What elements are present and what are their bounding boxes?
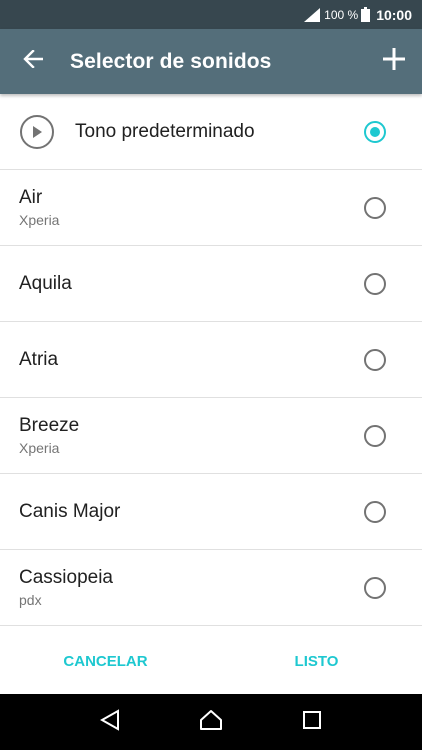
add-sound-button[interactable]	[366, 29, 422, 94]
radio-button-selected[interactable]	[364, 120, 386, 143]
done-button[interactable]: LISTO	[211, 653, 422, 670]
sound-subtitle: Xperia	[19, 212, 60, 228]
signal-icon	[304, 7, 321, 22]
list-item[interactable]: Atria	[0, 322, 422, 398]
list-item[interactable]: Aquila	[0, 246, 422, 322]
recent-apps-button[interactable]	[292, 702, 332, 742]
sound-title: Aquila	[19, 272, 72, 294]
dialog-footer: CANCELAR LISTO	[0, 628, 422, 694]
radio-button[interactable]	[364, 500, 386, 523]
list-item[interactable]: Breeze Xperia	[0, 398, 422, 474]
play-icon[interactable]	[20, 114, 54, 149]
radio-button[interactable]	[364, 272, 386, 295]
battery-percent: 100 %	[324, 7, 359, 22]
radio-button[interactable]	[364, 576, 386, 599]
radio-button[interactable]	[364, 196, 386, 219]
clock: 10:00	[376, 6, 412, 23]
radio-button[interactable]	[364, 424, 386, 447]
home-nav-button[interactable]	[191, 702, 231, 742]
sound-title: Canis Major	[19, 500, 121, 522]
cancel-button[interactable]: CANCELAR	[0, 653, 211, 670]
sound-subtitle: Xperia	[19, 440, 60, 456]
square-icon	[302, 710, 322, 735]
triangle-back-icon	[100, 708, 120, 736]
home-icon	[199, 709, 223, 736]
list-item[interactable]: Air Xperia	[0, 170, 422, 246]
back-button[interactable]	[0, 29, 66, 94]
sound-title: Atria	[19, 348, 59, 370]
battery-icon	[361, 7, 371, 22]
list-item[interactable]: Canis Major	[0, 474, 422, 550]
sound-title: Breeze	[19, 415, 80, 436]
radio-button[interactable]	[364, 348, 386, 371]
sound-title: Air	[19, 187, 43, 208]
app-bar: Selector de sonidos	[0, 29, 422, 94]
list-item[interactable]: Cassiopeia pdx	[0, 550, 422, 626]
sound-subtitle: pdx	[19, 592, 42, 608]
sound-list: Tono predeterminado Air Xperia Aquila At…	[0, 94, 422, 628]
list-item-default-tone[interactable]: Tono predeterminado	[0, 94, 422, 170]
sound-title: Cassiopeia	[19, 567, 113, 588]
back-nav-button[interactable]	[90, 702, 130, 742]
status-bar: 100 % 10:00	[0, 0, 422, 29]
page-title: Selector de sonidos	[70, 49, 272, 73]
plus-icon	[383, 48, 405, 75]
navigation-bar	[0, 694, 422, 750]
arrow-left-icon	[23, 49, 44, 73]
